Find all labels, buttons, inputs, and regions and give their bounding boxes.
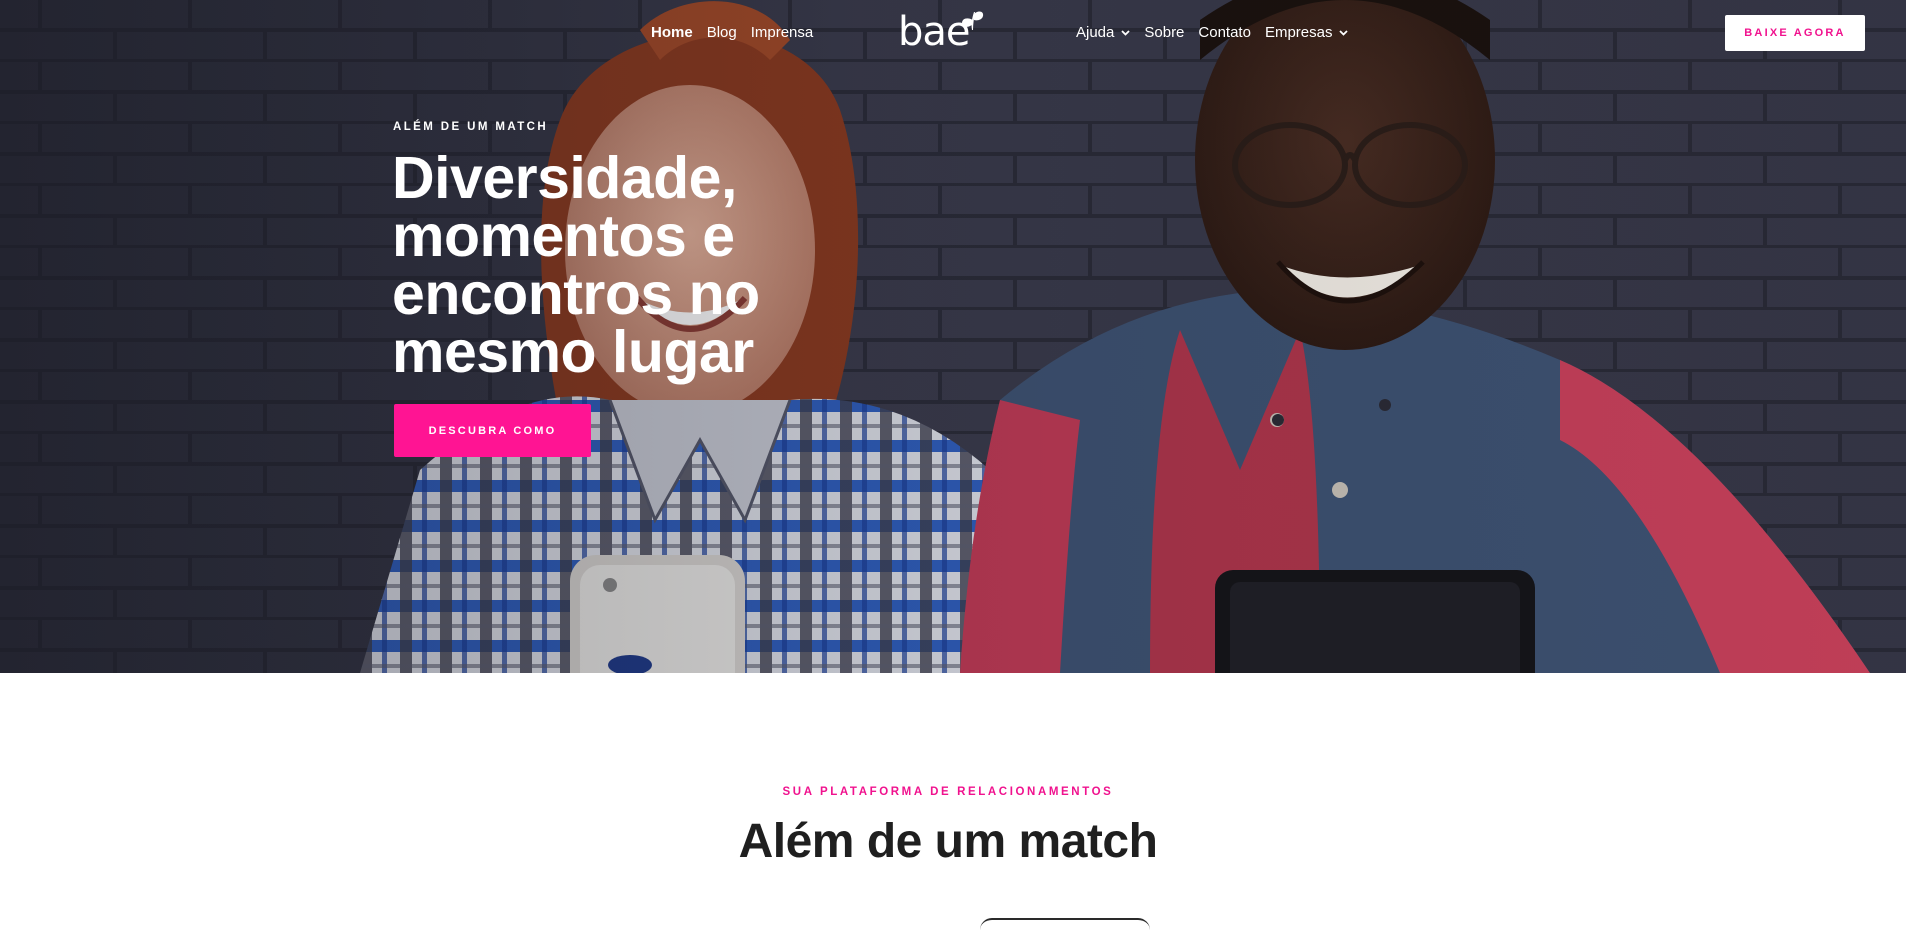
device-frame-peek <box>980 918 1150 930</box>
chevron-down-icon <box>1339 30 1349 36</box>
hero-title: Diversidade, momentos e encontros no mes… <box>392 145 760 385</box>
download-now-button[interactable]: BAIXE AGORA <box>1725 15 1865 51</box>
nav-ajuda-dropdown[interactable]: Ajuda <box>1076 23 1131 43</box>
butterfly-icon <box>962 11 984 30</box>
nav-sobre-link[interactable]: Sobre <box>1144 23 1184 43</box>
section-title: Além de um match <box>738 815 1158 868</box>
discover-how-button[interactable]: DESCUBRA COMO <box>394 404 591 457</box>
nav-blog-link[interactable]: Blog <box>707 23 737 43</box>
bae-logo[interactable]: bae <box>898 9 984 55</box>
nav-imprensa-link[interactable]: Imprensa <box>751 23 814 43</box>
hero-overlay <box>0 0 1906 673</box>
logo-wordmark: bae <box>898 9 971 55</box>
section-eyebrow: SUA PLATAFORMA DE RELACIONAMENTOS <box>782 786 1114 798</box>
primary-nav-right: Ajuda Sobre Contato Empresas <box>1076 23 1349 43</box>
nav-ajuda-label: Ajuda <box>1076 24 1115 41</box>
nav-home-link[interactable]: Home <box>651 23 693 43</box>
hero-eyebrow: ALÉM DE UM MATCH <box>393 121 549 133</box>
nav-empresas-label: Empresas <box>1264 24 1333 41</box>
primary-nav-left: Home Blog Imprensa <box>651 23 813 43</box>
nav-contato-link[interactable]: Contato <box>1198 23 1251 43</box>
hero-section: Home Blog Imprensa bae Ajuda Sobre Conta… <box>0 0 1906 673</box>
chevron-down-icon <box>1121 30 1131 36</box>
nav-empresas-dropdown[interactable]: Empresas <box>1265 23 1349 43</box>
